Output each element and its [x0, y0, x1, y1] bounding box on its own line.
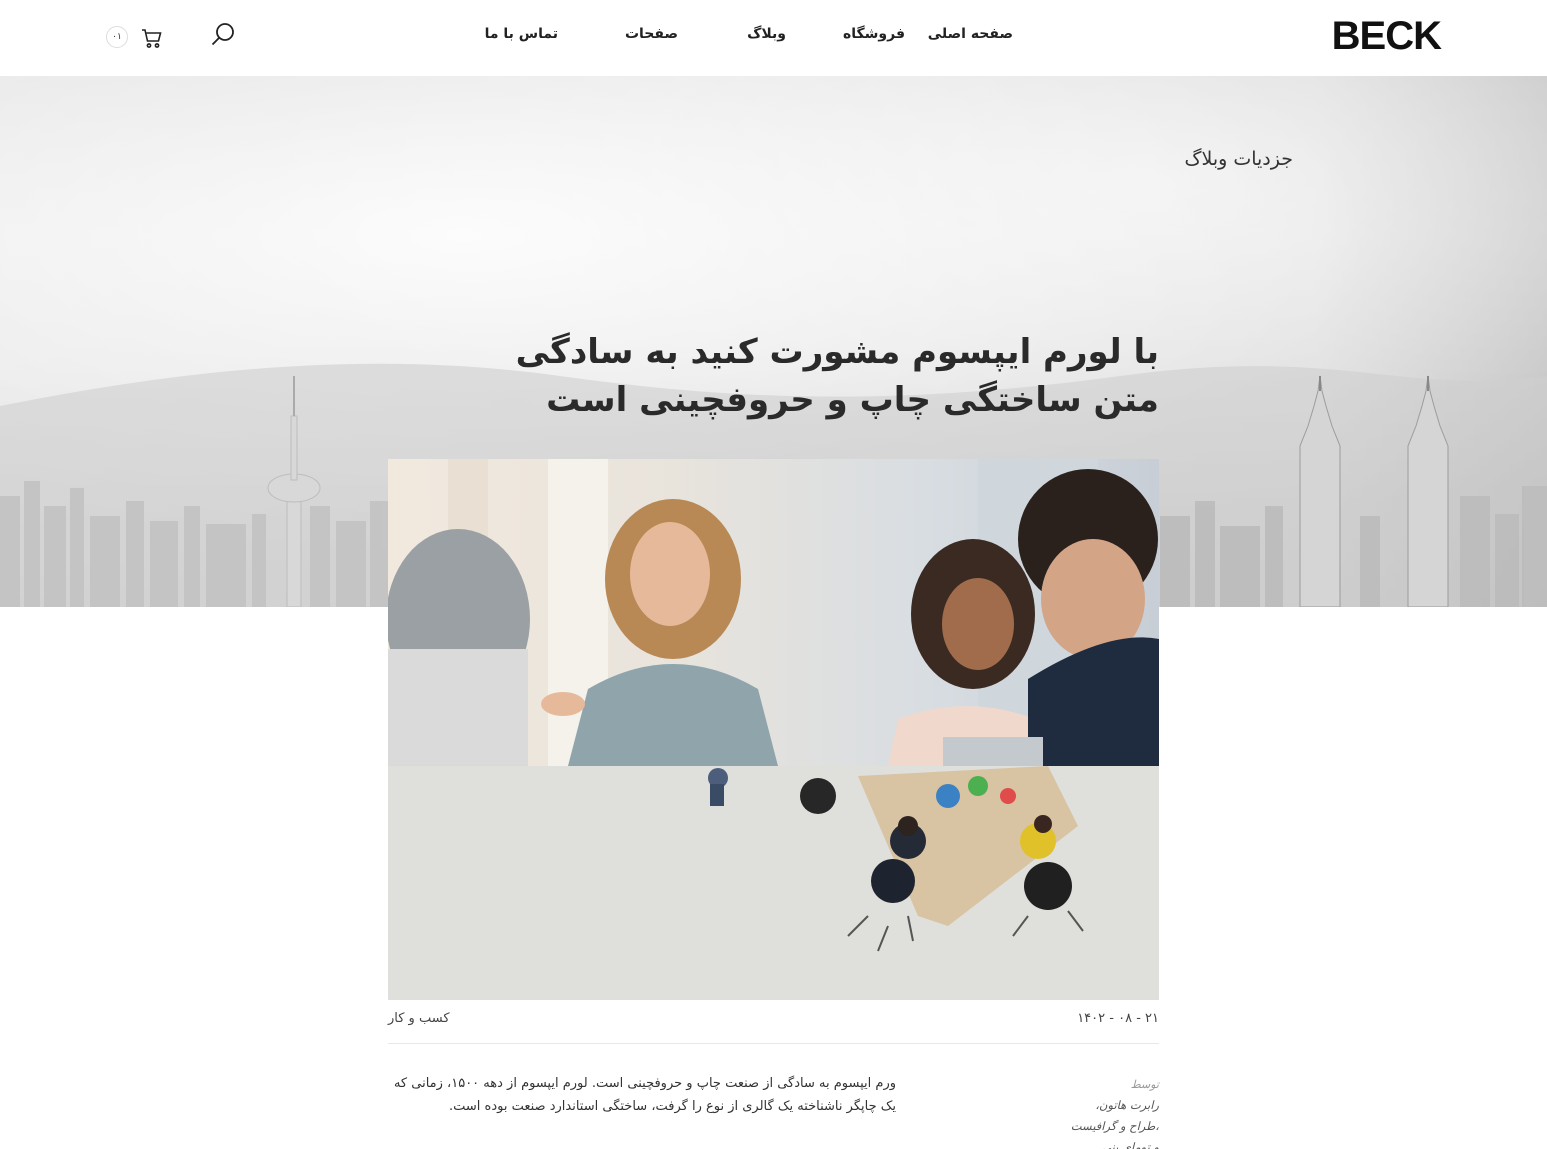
post-category[interactable]: کسب و کار	[388, 1011, 450, 1026]
breadcrumb[interactable]: جزدیات وبلاگ	[1185, 148, 1294, 170]
author-line: و تومای بنی	[1102, 1140, 1159, 1149]
nav-item-shop[interactable]: فروشگاه	[843, 26, 905, 42]
office-photo	[388, 766, 1159, 1000]
header-actions: ۰۱	[106, 22, 246, 52]
search-icon[interactable]	[210, 22, 236, 48]
post-excerpt: ورم ایپسوم به سادگی از صنعت چاپ و حروفچی…	[393, 1076, 896, 1114]
site-header: BECK صفحه اصلی فروشگاه وبلاگ صفحات تماس …	[0, 0, 1547, 76]
meta-divider	[388, 1043, 1159, 1044]
author-info: توسط رابرت هاتون، ،طراح و گرافیست و توما…	[1019, 1074, 1159, 1149]
nav-item-pages[interactable]: صفحات	[625, 26, 678, 42]
author-line[interactable]: رابرت هاتون،	[1019, 1095, 1159, 1116]
author-line: ،طراح و گرافیست	[1070, 1119, 1159, 1133]
cart-count-badge[interactable]: ۰۱	[106, 26, 128, 48]
author-label: توسط	[1130, 1078, 1159, 1091]
cart-icon[interactable]	[140, 26, 164, 50]
nav-item-blog[interactable]: وبلاگ	[747, 26, 786, 42]
post-meta: ۲۱ - ۰۸ - ۱۴۰۲ کسب و کار	[388, 1011, 1159, 1033]
post-title: با لورم ایپسوم مشورت کنید به سادگی متن س…	[515, 332, 1159, 420]
nav-item-contact[interactable]: تماس با ما	[485, 26, 558, 42]
meeting-photo	[388, 459, 1159, 766]
post-date: ۲۱ - ۰۸ - ۱۴۰۲	[1077, 1011, 1159, 1026]
nav-item-home[interactable]: صفحه اصلی	[928, 26, 1013, 42]
